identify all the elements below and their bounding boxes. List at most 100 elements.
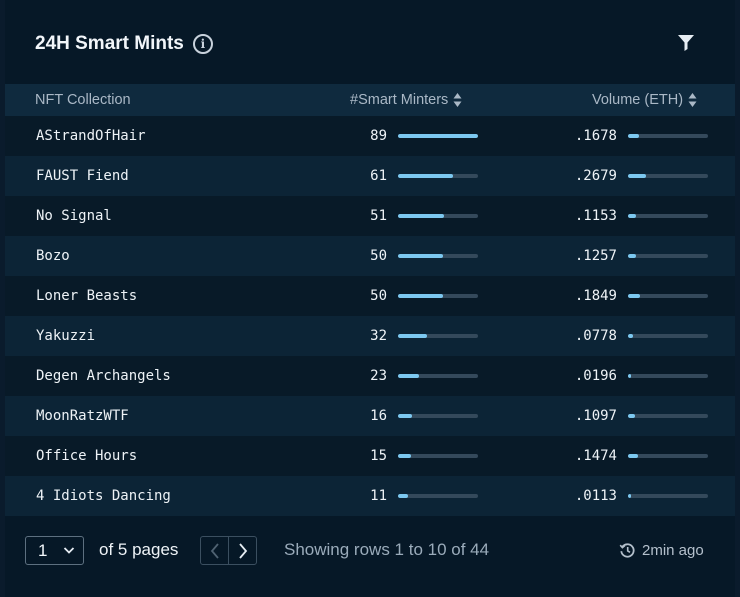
panel-header: 24H Smart Mints i xyxy=(35,30,213,58)
smart-minters-bar-fill xyxy=(398,334,427,338)
smart-minters-bar xyxy=(398,334,478,338)
next-page-button[interactable] xyxy=(229,537,256,564)
volume-bar-fill xyxy=(628,494,631,498)
sort-icon[interactable] xyxy=(453,92,462,108)
collection-name[interactable]: Yakuzzi xyxy=(36,316,95,356)
volume-bar-fill xyxy=(628,414,636,418)
smart-minters-count: 16 xyxy=(370,408,387,424)
smart-minters-count: 61 xyxy=(370,168,387,184)
volume-bar-fill xyxy=(628,334,634,338)
volume-eth: .2679 xyxy=(574,168,617,184)
table-row[interactable]: MoonRatzWTF 16 .1097 xyxy=(5,396,735,436)
table-row[interactable]: Bozo 50 .1257 xyxy=(5,236,735,276)
last-updated: 2min ago xyxy=(619,542,704,559)
smart-minters-count: 32 xyxy=(370,328,387,344)
volume-eth: .0113 xyxy=(574,488,617,504)
smart-minters-bar-fill xyxy=(398,494,408,498)
table-header: NFT Collection #Smart Minters Volume (ET… xyxy=(5,84,735,116)
smart-minters-count: 23 xyxy=(370,368,387,384)
collection-name[interactable]: FAUST Fiend xyxy=(36,156,129,196)
previous-page-button[interactable] xyxy=(201,537,229,564)
table-body: AStrandOfHair 89 .1678 FAUST Fiend 61 .2679 No… xyxy=(5,116,735,516)
collection-name[interactable]: No Signal xyxy=(36,196,112,236)
collection-name[interactable]: AStrandOfHair xyxy=(36,116,146,156)
smart-minters-bar xyxy=(398,134,478,138)
table-row[interactable]: 4 Idiots Dancing 11 .0113 xyxy=(5,476,735,516)
smart-minters-bar xyxy=(398,214,478,218)
volume-bar-fill xyxy=(628,134,640,138)
volume-eth: .1474 xyxy=(574,448,617,464)
collection-name[interactable]: Bozo xyxy=(36,236,70,276)
smart-minters-bar-fill xyxy=(398,294,443,298)
smart-minters-bar-fill xyxy=(398,454,412,458)
sort-icon[interactable] xyxy=(688,92,697,108)
smart-minters-bar-fill xyxy=(398,214,444,218)
table-row[interactable]: Loner Beasts 50 .1849 xyxy=(5,276,735,316)
volume-eth: .1257 xyxy=(574,248,617,264)
collection-name[interactable]: Degen Archangels xyxy=(36,356,171,396)
history-clock-icon xyxy=(619,543,635,558)
filter-icon[interactable] xyxy=(676,34,696,52)
volume-eth: .0778 xyxy=(574,328,617,344)
volume-bar xyxy=(628,214,708,218)
smart-minters-bar-fill xyxy=(398,254,443,258)
volume-bar xyxy=(628,494,708,498)
volume-bar-fill xyxy=(628,454,638,458)
volume-bar xyxy=(628,134,708,138)
smart-minters-bar xyxy=(398,174,478,178)
volume-bar xyxy=(628,254,708,258)
volume-eth: .1097 xyxy=(574,408,617,424)
collection-name[interactable]: Loner Beasts xyxy=(36,276,137,316)
smart-minters-bar-fill xyxy=(398,174,453,178)
pagination-controls xyxy=(200,536,257,565)
volume-bar xyxy=(628,414,708,418)
collection-name[interactable]: 4 Idiots Dancing xyxy=(36,476,171,516)
volume-bar xyxy=(628,334,708,338)
last-updated-text: 2min ago xyxy=(642,542,704,559)
smart-minters-count: 15 xyxy=(370,448,387,464)
table-row[interactable]: Degen Archangels 23 .0196 xyxy=(5,356,735,396)
smart-minters-bar xyxy=(398,454,478,458)
info-icon[interactable]: i xyxy=(192,34,213,54)
smart-minters-bar xyxy=(398,414,478,418)
volume-eth: .1153 xyxy=(574,208,617,224)
smart-minters-count: 51 xyxy=(370,208,387,224)
collection-name[interactable]: MoonRatzWTF xyxy=(36,396,129,436)
chevron-down-icon xyxy=(63,547,75,554)
page-select[interactable]: 1 xyxy=(25,536,84,565)
page-count: of 5 pages xyxy=(99,540,179,559)
smart-minters-bar-fill xyxy=(398,374,419,378)
volume-eth: .1849 xyxy=(574,288,617,304)
table-footer: 1 of 5 pages Showing rows 1 to 10 of 44 xyxy=(5,536,735,568)
smart-minters-count: 89 xyxy=(370,128,387,144)
volume-bar-fill xyxy=(628,254,637,258)
smart-mints-panel: 24H Smart Mints i NFT Collection #Smart … xyxy=(5,0,735,597)
volume-bar-fill xyxy=(628,174,646,178)
page-select-value: 1 xyxy=(38,541,48,560)
table-row[interactable]: Yakuzzi 32 .0778 xyxy=(5,316,735,356)
chevron-left-icon xyxy=(210,542,219,559)
table-row[interactable]: No Signal 51 .1153 xyxy=(5,196,735,236)
smart-minters-bar xyxy=(398,374,478,378)
volume-bar-fill xyxy=(628,374,631,378)
volume-bar xyxy=(628,374,708,378)
smart-minters-bar xyxy=(398,254,478,258)
collection-name[interactable]: Office Hours xyxy=(36,436,137,476)
smart-minters-count: 50 xyxy=(370,248,387,264)
volume-eth: .0196 xyxy=(574,368,617,384)
column-header-nft-collection: NFT Collection xyxy=(35,92,131,108)
smart-minters-bar xyxy=(398,294,478,298)
smart-minters-count: 50 xyxy=(370,288,387,304)
table-row[interactable]: Office Hours 15 .1474 xyxy=(5,436,735,476)
column-header-smart-minters[interactable]: #Smart Minters xyxy=(350,84,462,116)
volume-bar xyxy=(628,174,708,178)
chevron-right-icon xyxy=(238,542,247,559)
smart-minters-bar xyxy=(398,494,478,498)
column-header-volume-eth[interactable]: Volume (ETH) xyxy=(592,84,697,116)
smart-minters-count: 11 xyxy=(370,488,387,504)
volume-bar xyxy=(628,454,708,458)
panel-title: 24H Smart Mints xyxy=(35,33,184,54)
rows-summary: Showing rows 1 to 10 of 44 xyxy=(284,540,490,559)
table-row[interactable]: AStrandOfHair 89 .1678 xyxy=(5,116,735,156)
table-row[interactable]: FAUST Fiend 61 .2679 xyxy=(5,156,735,196)
